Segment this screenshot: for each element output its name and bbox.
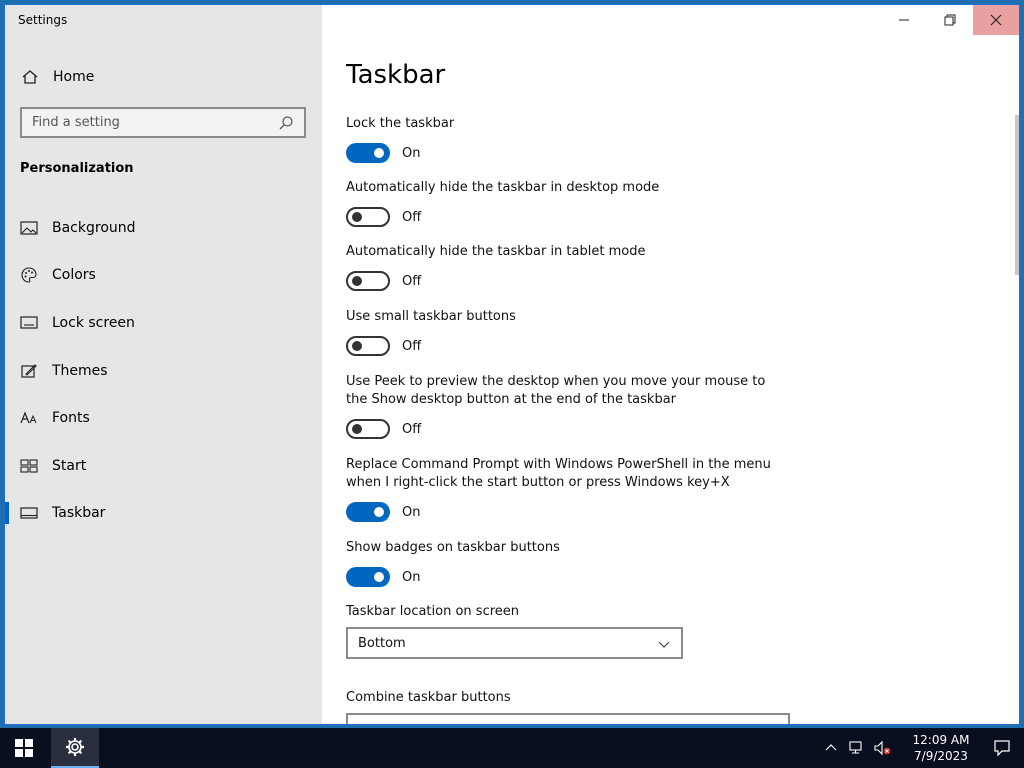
badges-toggle[interactable] [346,567,390,587]
taskbar-settings-app[interactable] [51,728,99,768]
home-label: Home [53,69,95,85]
palette-icon [20,266,38,284]
toggle-state: Off [402,209,422,225]
scrollbar[interactable] [1015,115,1019,275]
home-button[interactable]: Home [5,63,322,91]
setting-autohide-tablet: Automatically hide the taskbar in tablet… [346,243,776,291]
clock-time: 12:09 AM [912,733,970,747]
minimize-icon [899,19,909,21]
restore-icon [944,14,956,26]
sidebar: Settings Home Find a setting Personaliza… [5,5,322,724]
volume-muted-icon[interactable] [872,737,894,759]
sidebar-item-label: Lock screen [52,314,135,331]
windows-logo-icon [15,739,33,757]
setting-location: Taskbar location on screen [346,603,776,621]
minimize-button[interactable] [881,5,927,35]
dropdown-value: Bottom [358,635,406,651]
small-buttons-toggle[interactable] [346,336,390,356]
search-box[interactable]: Find a setting [20,107,306,138]
action-center-button[interactable] [980,728,1024,768]
start-button[interactable] [0,728,48,768]
lock-screen-icon [20,314,38,332]
picture-icon [20,219,38,237]
sidebar-item-colors[interactable]: Colors [5,252,322,300]
setting-label: Lock the taskbar [346,116,455,131]
setting-small-buttons: Use small taskbar buttons Off [346,308,776,356]
taskbar: 12:09 AM 7/9/2023 [0,728,1024,768]
toggle-state: Off [402,421,422,437]
restore-button[interactable] [927,5,973,35]
fonts-icon [20,409,38,427]
toggle-state: On [402,145,421,161]
start-icon [20,457,38,475]
toggle-state: Off [402,273,422,289]
chevron-up-icon[interactable] [820,737,842,759]
sidebar-item-label: Background [52,219,136,236]
setting-label: Automatically hide the taskbar in deskto… [346,180,660,195]
toggle-state: On [402,569,421,585]
sidebar-item-lock-screen[interactable]: Lock screen [5,299,322,347]
setting-label: Combine taskbar buttons [346,690,511,705]
sidebar-item-label: Taskbar [52,505,106,522]
home-icon [21,68,39,86]
sidebar-item-background[interactable]: Background [5,204,322,252]
system-tray: 12:09 AM 7/9/2023 [818,728,1024,768]
section-title: Personalization [20,161,134,176]
search-input[interactable]: Find a setting [32,115,278,130]
search-icon[interactable] [278,115,294,131]
clock[interactable]: 12:09 AM 7/9/2023 [902,732,980,764]
taskbar-location-dropdown[interactable]: Bottom [346,627,683,659]
sidebar-item-label: Themes [52,362,108,379]
sidebar-item-fonts[interactable]: Fonts [5,394,322,442]
sidebar-item-start[interactable]: Start [5,442,322,490]
content-pane: Taskbar Lock the taskbar On Automaticall… [322,5,1019,724]
lock-taskbar-toggle[interactable] [346,143,390,163]
setting-label: Replace Command Prompt with Windows Powe… [346,457,771,490]
themes-icon [20,362,38,380]
taskbar-icon [20,504,38,522]
page-title: Taskbar [346,60,446,90]
setting-label: Taskbar location on screen [346,604,520,619]
app-title: Settings [18,13,68,27]
combine-buttons-dropdown[interactable] [346,713,790,724]
close-button[interactable] [973,5,1019,35]
sidebar-item-label: Colors [52,267,96,284]
network-icon[interactable] [846,737,868,759]
close-icon [990,14,1002,26]
sidebar-item-taskbar[interactable]: Taskbar [5,490,322,538]
setting-label: Automatically hide the taskbar in tablet… [346,244,646,259]
setting-lock-taskbar: Lock the taskbar On [346,115,776,163]
sidebar-item-themes[interactable]: Themes [5,347,322,395]
autohide-tablet-toggle[interactable] [346,271,390,291]
peek-toggle[interactable] [346,419,390,439]
setting-autohide-desktop: Automatically hide the taskbar in deskto… [346,179,776,227]
setting-label: Show badges on taskbar buttons [346,540,560,555]
setting-label: Use small taskbar buttons [346,309,516,324]
autohide-desktop-toggle[interactable] [346,207,390,227]
sidebar-item-label: Fonts [52,410,90,427]
powershell-toggle[interactable] [346,502,390,522]
chevron-down-icon [657,636,671,650]
window-controls [881,5,1019,35]
setting-label: Use Peek to preview the desktop when you… [346,374,766,407]
setting-peek: Use Peek to preview the desktop when you… [346,373,776,439]
notification-icon [994,740,1010,757]
setting-powershell: Replace Command Prompt with Windows Powe… [346,456,776,522]
settings-window: Settings Home Find a setting Personaliza… [4,4,1020,725]
toggle-state: On [402,504,421,520]
setting-badges: Show badges on taskbar buttons On [346,539,776,587]
gear-icon [66,738,84,756]
clock-date: 7/9/2023 [914,749,968,763]
setting-combine: Combine taskbar buttons [346,689,776,707]
toggle-state: Off [402,338,422,354]
sidebar-nav: Background Colors Lock screen Themes Fon… [5,204,322,537]
sidebar-item-label: Start [52,457,87,474]
